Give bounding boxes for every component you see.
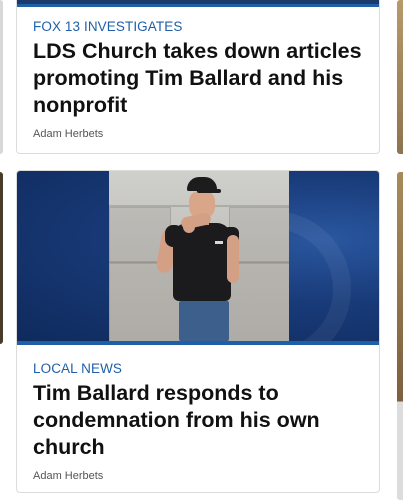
article-headline[interactable]: LDS Church takes down articles promoting…	[33, 38, 363, 119]
adjacent-card-edge	[0, 0, 3, 154]
article-category[interactable]: LOCAL NEWS	[33, 361, 363, 376]
card-body: LOCAL NEWS Tim Ballard responds to conde…	[17, 345, 379, 482]
person-figure	[155, 177, 247, 341]
jeans	[179, 301, 229, 341]
article-card[interactable]: FOX 13 INVESTIGATES LDS Church takes dow…	[16, 0, 380, 154]
article-author[interactable]: Adam Herbets	[33, 470, 363, 482]
arm	[227, 235, 239, 283]
adjacent-card-edge	[397, 172, 403, 500]
article-author[interactable]: Adam Herbets	[33, 128, 363, 140]
card-image-bottom-edge	[17, 0, 379, 7]
pointing-hand	[183, 221, 195, 233]
cap-brim	[197, 189, 221, 193]
article-headline[interactable]: Tim Ballard responds to condemnation fro…	[33, 380, 363, 461]
adjacent-card-edge	[397, 0, 403, 154]
card-body: FOX 13 INVESTIGATES LDS Church takes dow…	[17, 7, 379, 140]
article-category[interactable]: FOX 13 INVESTIGATES	[33, 19, 363, 34]
article-thumbnail[interactable]	[17, 171, 379, 345]
shirt-logo	[215, 241, 223, 244]
article-card[interactable]: LOCAL NEWS Tim Ballard responds to conde…	[16, 170, 380, 493]
adjacent-card-edge	[0, 172, 3, 344]
article-photo	[109, 171, 289, 341]
